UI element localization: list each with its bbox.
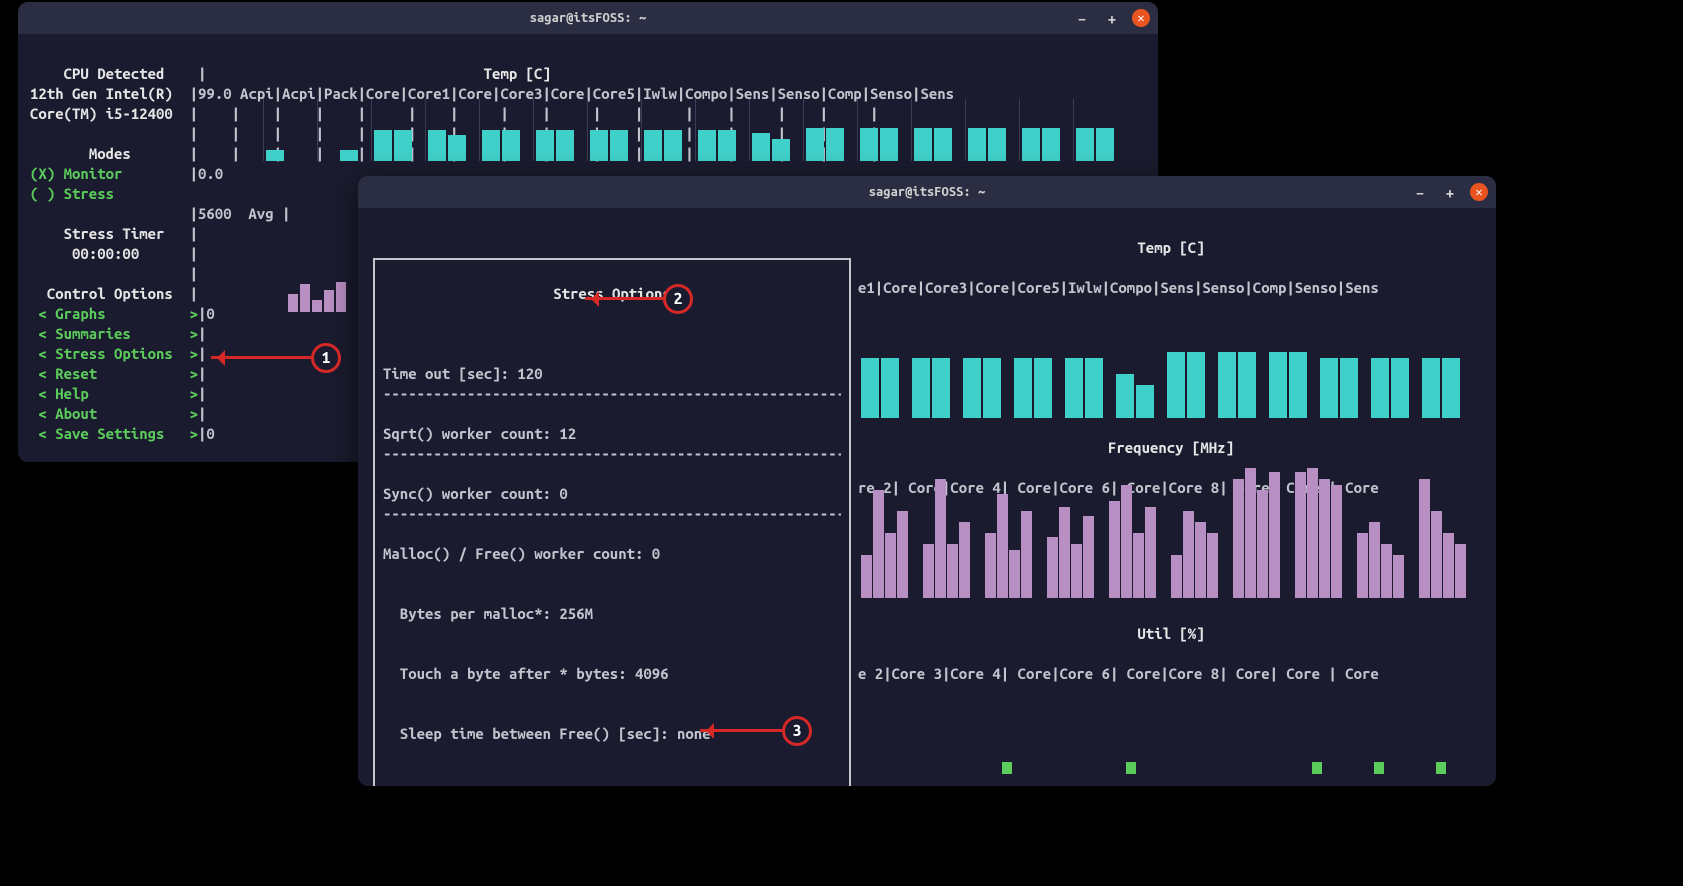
mode-monitor[interactable]: (X) Monitor xyxy=(30,165,122,182)
cpu-line1: 12th Gen Intel(R) xyxy=(30,85,173,102)
callout-1-label: 1 xyxy=(311,343,341,373)
divider: ----------------------------------------… xyxy=(383,444,841,464)
window-title: sagar@itsFOSS: ~ xyxy=(869,185,985,199)
menu-graphs[interactable]: < Graphs > xyxy=(38,305,198,322)
terminal-body: Stress Options Time out [sec]: 120 -----… xyxy=(358,208,1496,528)
window-controls: – + ✕ xyxy=(1072,8,1150,28)
close-icon[interactable]: ✕ xyxy=(1132,9,1150,27)
stress-options-dialog: Stress Options Time out [sec]: 120 -----… xyxy=(373,258,851,786)
right-panel: Temp [C] e1|Core|Core3|Core|Core5|Iwlw|C… xyxy=(858,218,1484,318)
sleep-row[interactable]: Sleep time between Free() [sec]: none xyxy=(383,725,711,742)
minimize-icon[interactable]: – xyxy=(1072,8,1092,28)
window-controls: – + ✕ xyxy=(1410,182,1488,202)
control-heading: Control Options xyxy=(47,285,173,302)
modes-heading: Modes xyxy=(89,145,131,162)
callout-3: 3 xyxy=(700,716,812,746)
maximize-icon[interactable]: + xyxy=(1440,182,1460,202)
titlebar: sagar@itsFOSS: ~ – + ✕ xyxy=(18,2,1158,34)
terminal-window-front: sagar@itsFOSS: ~ – + ✕ Stress Options Ti… xyxy=(358,176,1496,786)
mode-stress[interactable]: ( ) Stress xyxy=(30,185,114,202)
scale-0b: |0 xyxy=(198,425,215,442)
temp-cols2: e1|Core|Core3|Core|Core5|Iwlw|Compo|Sens… xyxy=(858,279,1379,296)
maximize-icon[interactable]: + xyxy=(1102,8,1122,28)
menu-help[interactable]: < Help > xyxy=(38,385,198,402)
titlebar: sagar@itsFOSS: ~ – + ✕ xyxy=(358,176,1496,208)
bytes-malloc-row[interactable]: Bytes per malloc*: 256M xyxy=(383,605,593,622)
temp-title: Temp [C] xyxy=(484,65,551,82)
menu-save-settings[interactable]: < Save Settings > xyxy=(38,425,198,442)
temp-chart xyxy=(264,99,1148,161)
freq-title: Frequency [MHz] xyxy=(1108,439,1234,456)
scale-99: |99.0 xyxy=(190,85,232,102)
touch-byte-row[interactable]: Touch a byte after * bytes: 4096 xyxy=(383,665,669,682)
close-icon[interactable]: ✕ xyxy=(1470,183,1488,201)
timer-heading: Stress Timer xyxy=(64,225,165,242)
menu-stress-options[interactable]: < Stress Options > xyxy=(38,345,198,362)
divider: ----------------------------------------… xyxy=(383,384,841,404)
cpu-heading: CPU Detected xyxy=(64,65,165,82)
scale-0: |0 xyxy=(198,305,215,322)
freq-chart xyxy=(858,468,1478,598)
timeout-row[interactable]: Time out [sec]: 120 xyxy=(383,365,543,382)
timer-value: 00:00:00 xyxy=(72,245,139,262)
sync-row[interactable]: Sync() worker count: 0 xyxy=(383,485,568,502)
temp-title2: Temp [C] xyxy=(1137,239,1204,256)
util-title: Util [%] xyxy=(1137,625,1204,642)
callout-2: 2 xyxy=(585,284,693,314)
cpu-line2: Core(TM) i5-12400 xyxy=(30,105,173,122)
menu-summaries[interactable]: < Summaries > xyxy=(38,325,198,342)
callout-1: 1 xyxy=(211,343,341,373)
callout-3-label: 3 xyxy=(782,716,812,746)
minimize-icon[interactable]: – xyxy=(1410,182,1430,202)
callout-2-label: 2 xyxy=(663,284,693,314)
menu-reset[interactable]: < Reset > xyxy=(38,365,198,382)
window-title: sagar@itsFOSS: ~ xyxy=(530,11,646,25)
malloc-row[interactable]: Malloc() / Free() worker count: 0 xyxy=(383,545,660,562)
scale-0: |0.0 xyxy=(190,165,224,182)
util-chart xyxy=(858,654,1478,774)
divider: ----------------------------------------… xyxy=(383,504,841,524)
menu-about[interactable]: < About > xyxy=(38,405,198,422)
temp-chart-2 xyxy=(858,308,1478,418)
sqrt-row[interactable]: Sqrt() worker count: 12 xyxy=(383,425,576,442)
dirty-check-row[interactable]: [ ] "dirty" the memory xyxy=(383,785,568,786)
scale-5600: |5600 Avg | xyxy=(190,205,291,222)
